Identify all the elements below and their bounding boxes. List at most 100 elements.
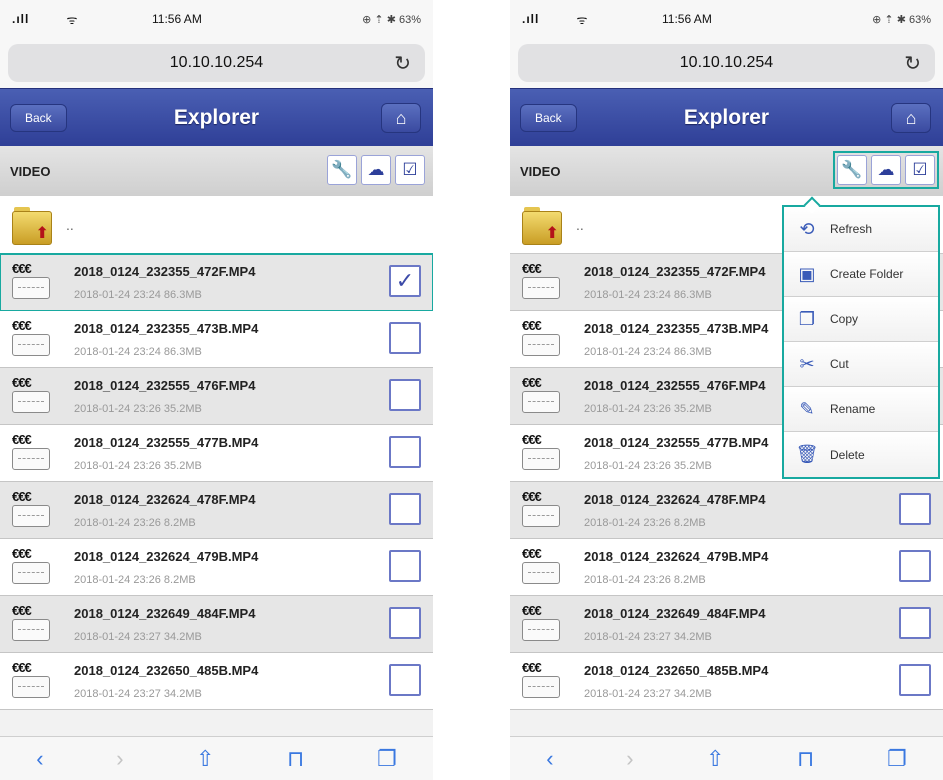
tabs-icon[interactable]: ❐ (377, 746, 397, 772)
status-time: 11:56 AM (662, 12, 712, 26)
file-meta: 2018-01-24 23:27 34.2MB (74, 630, 202, 643)
rename-icon: ✎ (799, 398, 815, 419)
video-clip-icon: €€€ (12, 375, 50, 417)
file-row[interactable]: €€€ 2018_0124_232555_477B.MP4 2018-01-24 … (0, 425, 433, 482)
file-checkbox[interactable] (389, 379, 421, 411)
video-clip-icon: €€€ (522, 489, 560, 531)
file-row[interactable]: €€€ 2018_0124_232624_479B.MP4 2018-01-24 … (0, 539, 433, 596)
share-icon[interactable]: ⇧ (706, 746, 724, 772)
select-all-icon[interactable]: ☑ (395, 155, 425, 185)
menu-item-copy[interactable]: ❐ Copy (784, 297, 938, 342)
menu-item-delete[interactable]: 🗑 Delete (784, 432, 938, 477)
section-header: VIDEO 🔧 ☁ ☑ (0, 146, 433, 196)
back-arrow-icon[interactable]: ‹ (546, 746, 553, 772)
back-arrow-icon[interactable]: ‹ (36, 746, 43, 772)
video-clip-icon: €€€ (522, 375, 560, 417)
video-clip-icon: €€€ (522, 432, 560, 474)
menu-item-create-folder[interactable]: ▣ Create Folder (784, 252, 938, 297)
menu-item-refresh[interactable]: ⟲ Refresh (784, 207, 938, 252)
video-clip-icon: €€€ (12, 603, 50, 645)
wrench-icon[interactable]: 🔧 (837, 155, 867, 185)
upload-cloud-icon[interactable]: ☁ (871, 155, 901, 185)
file-row[interactable]: €€€ 2018_0124_232650_485B.MP4 2018-01-24 … (0, 653, 433, 710)
parent-folder-row[interactable]: ⬆ .. (0, 196, 433, 254)
video-clip-icon: €€€ (12, 546, 50, 588)
forward-arrow-icon: › (626, 745, 634, 771)
select-all-icon[interactable]: ☑ (905, 155, 935, 185)
file-checkbox[interactable] (899, 550, 931, 582)
file-checkbox[interactable] (899, 493, 931, 525)
file-checkbox[interactable] (389, 322, 421, 354)
reload-icon[interactable]: ↻ (394, 51, 411, 76)
tabs-icon[interactable]: ❐ (887, 746, 907, 772)
file-row[interactable]: €€€ 2018_0124_232649_484F.MP4 2018-01-24 … (510, 596, 943, 653)
file-checkbox[interactable] (389, 493, 421, 525)
home-button[interactable]: ⌂ (891, 103, 931, 133)
file-row[interactable]: €€€ 2018_0124_232624_478F.MP4 2018-01-24 … (0, 482, 433, 539)
file-checkbox[interactable] (899, 664, 931, 696)
back-button[interactable]: Back (10, 104, 67, 132)
file-name: 2018_0124_232650_485B.MP4 (74, 662, 259, 678)
file-checkbox[interactable] (389, 436, 421, 468)
wifi-icon: ᯤ (576, 12, 588, 27)
section-label: VIDEO (10, 163, 51, 179)
video-clip-icon: €€€ (522, 660, 560, 702)
home-button[interactable]: ⌂ (381, 103, 421, 133)
file-meta: 2018-01-24 23:26 35.2MB (74, 402, 202, 415)
file-name: 2018_0124_232624_478F.MP4 (584, 491, 766, 507)
reload-icon[interactable]: ↻ (904, 51, 921, 76)
wifi-icon: ᯤ (66, 12, 78, 27)
file-meta: 2018-01-24 23:26 35.2MB (74, 459, 202, 472)
file-checkbox[interactable] (389, 607, 421, 639)
file-name: 2018_0124_232624_478F.MP4 (74, 491, 256, 507)
file-row[interactable]: €€€ 2018_0124_232650_485B.MP4 2018-01-24 … (510, 653, 943, 710)
status-icons: ⊕ ⇡ ✱ 63% (872, 13, 931, 26)
url-text: 10.10.10.254 (679, 54, 774, 71)
file-name: 2018_0124_232649_484F.MP4 (74, 605, 256, 621)
browser-toolbar: ‹ › ⇧ ⊓ ❐ (510, 736, 943, 780)
tools-dropdown-menu: ⟲ Refresh ▣ Create Folder ❐ Copy ✂ Cut ✎ Rena… (782, 196, 940, 479)
file-checkbox[interactable] (389, 664, 421, 696)
file-row[interactable]: €€€ 2018_0124_232355_473B.MP4 2018-01-24 … (0, 311, 433, 368)
menu-item-cut[interactable]: ✂ Cut (784, 342, 938, 387)
page-title: Explorer (173, 105, 260, 129)
copy-icon: ❐ (798, 308, 816, 329)
file-meta: 2018-01-24 23:26 8.2MB (584, 516, 706, 529)
nav-bar: Back Explorer ⌂ (510, 88, 943, 146)
back-button[interactable]: Back (520, 104, 577, 132)
file-row[interactable]: €€€ 2018_0124_232355_472F.MP4 2018-01-24 … (0, 253, 433, 312)
url-bar[interactable]: 10.10.10.254 ↻ (518, 44, 935, 82)
file-name: 2018_0124_232649_484F.MP4 (584, 605, 766, 621)
file-row[interactable]: €€€ 2018_0124_232555_476F.MP4 2018-01-24 … (0, 368, 433, 425)
toolbar-tools: 🔧 ☁ ☑ (327, 155, 425, 185)
url-bar[interactable]: 10.10.10.254 ↻ (8, 44, 425, 82)
file-name: 2018_0124_232555_477B.MP4 (74, 434, 259, 450)
wrench-icon[interactable]: 🔧 (327, 155, 357, 185)
share-icon[interactable]: ⇧ (196, 746, 214, 772)
toolbar-tools: 🔧 ☁ ☑ (833, 151, 939, 189)
file-meta: 2018-01-24 23:24 86.3MB (74, 288, 202, 301)
cut-icon: ✂ (799, 353, 815, 374)
forward-arrow-icon: › (116, 745, 124, 771)
file-name: 2018_0124_232650_485B.MP4 (584, 662, 769, 678)
browser-toolbar: ‹ › ⇧ ⊓ ❐ (0, 736, 433, 780)
bookmarks-icon[interactable]: ⊓ (287, 746, 304, 772)
file-checkbox[interactable] (389, 550, 421, 582)
file-row[interactable]: €€€ 2018_0124_232649_484F.MP4 2018-01-24 … (0, 596, 433, 653)
menu-item-rename[interactable]: ✎ Rename (784, 387, 938, 432)
status-time: 11:56 AM (152, 12, 202, 26)
file-name: 2018_0124_232355_472F.MP4 (74, 263, 256, 279)
bookmarks-icon[interactable]: ⊓ (797, 746, 814, 772)
video-clip-icon: €€€ (522, 603, 560, 645)
file-name: 2018_0124_232624_479B.MP4 (584, 548, 769, 564)
file-row[interactable]: €€€ 2018_0124_232624_478F.MP4 2018-01-24 … (510, 482, 943, 539)
file-row[interactable]: €€€ 2018_0124_232624_479B.MP4 2018-01-24 … (510, 539, 943, 596)
file-checkbox-checked[interactable]: ✓ (389, 265, 421, 297)
parent-folder-label: .. (66, 216, 74, 233)
file-meta: 2018-01-24 23:26 8.2MB (74, 573, 196, 586)
upload-cloud-icon[interactable]: ☁ (361, 155, 391, 185)
delete-icon: 🗑 (795, 444, 819, 464)
phone-screen-left: .ıll ᯤ 11:56 AM ⊕ ⇡ ✱ 63% 10.10.10.254 ↻… (0, 0, 433, 780)
file-checkbox[interactable] (899, 607, 931, 639)
folder-up-icon: ⬆ (522, 205, 562, 245)
